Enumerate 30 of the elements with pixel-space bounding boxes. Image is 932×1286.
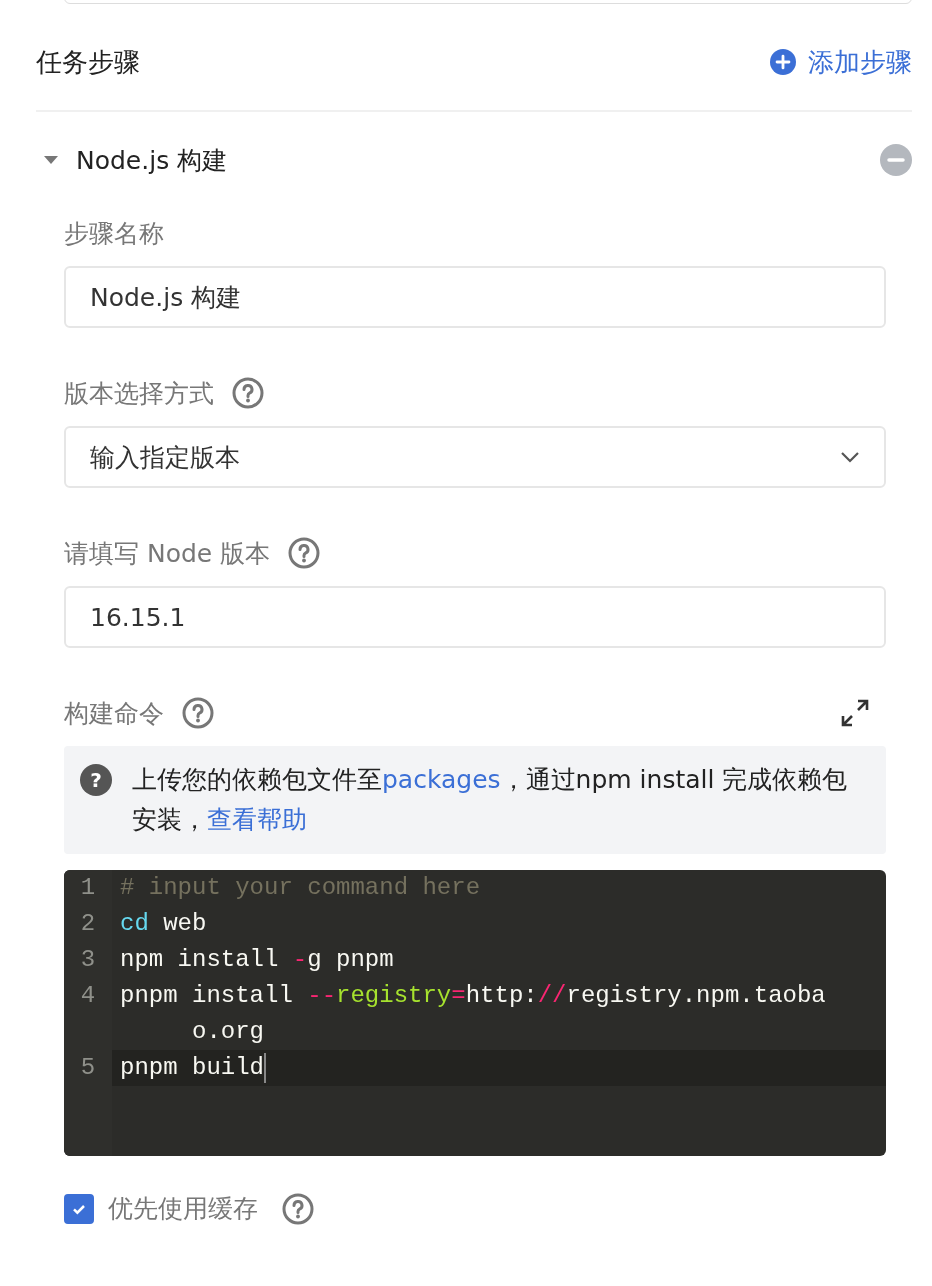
field-label: 请填写 Node 版本 (64, 537, 271, 570)
checkbox[interactable] (64, 1193, 94, 1224)
notice-text: 上传您的依赖包文件至packages，通过npm install 完成依赖包安装，查看帮助 (132, 764, 849, 836)
help-link[interactable]: 查看帮助 (207, 805, 307, 834)
code-line: # input your command here (119, 873, 482, 903)
help-icon[interactable] (182, 697, 214, 729)
help-icon[interactable] (288, 537, 321, 569)
step-title: Node.js 构建 (76, 144, 229, 177)
help-link[interactable]: packages (382, 765, 501, 794)
question-icon: ? (80, 764, 112, 796)
code-editor[interactable]: 1 # input your command here 2 cd web 3 npm install -g pnpm 4 pnpm install --registry=http://registry.npm.taobao.org 5 pnpm build (64, 870, 886, 1156)
code-line: cd web (119, 909, 208, 939)
plus-icon (770, 49, 796, 75)
field-label: 构建命令 (64, 697, 164, 730)
input-field[interactable]: Node.js 构建 (64, 266, 886, 328)
help-icon[interactable] (282, 1192, 314, 1225)
input-field[interactable]: 16.15.1 (64, 586, 886, 648)
line-number: 5 (64, 1050, 112, 1086)
checkbox-label: 优先使用缓存 (108, 1193, 258, 1225)
caret-icon[interactable] (44, 156, 58, 164)
version-select[interactable]: 输入指定版本 (64, 426, 886, 488)
code-line: npm install -g pnpm (119, 945, 395, 975)
field-label: 步骤名称 (64, 217, 164, 250)
chevron-down-icon (840, 451, 860, 463)
field-label: 版本选择方式 (64, 377, 214, 410)
expand-icon[interactable] (840, 698, 870, 728)
add-step-button[interactable]: 添加步骤 (770, 44, 912, 80)
code-line: pnpm build (119, 1051, 268, 1085)
section-title: 任务步骤 (36, 45, 140, 79)
help-icon[interactable] (232, 377, 264, 409)
